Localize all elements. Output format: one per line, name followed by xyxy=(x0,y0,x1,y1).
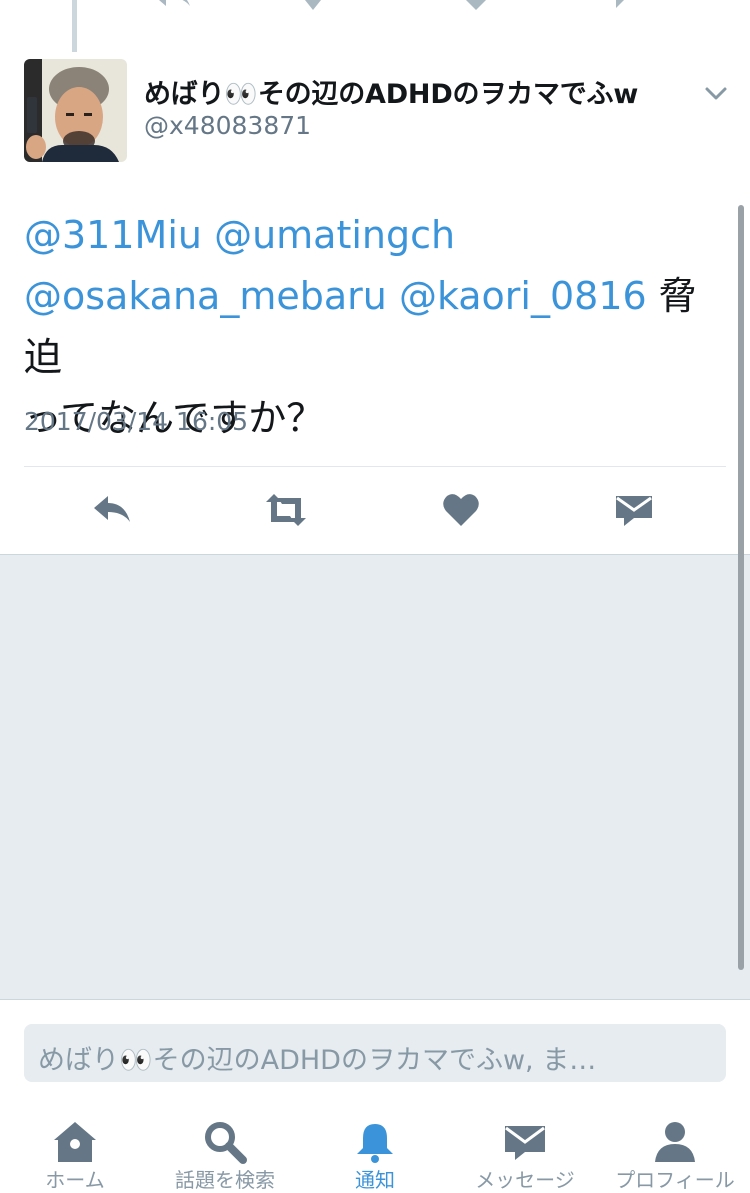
mail-icon xyxy=(505,1126,545,1160)
display-name[interactable]: めばり👀その辺のADHDのヲカマでふw xyxy=(144,72,638,111)
direct-message-icon[interactable] xyxy=(610,0,644,12)
replies-area xyxy=(0,554,750,1000)
tab-notifications[interactable]: 通知 xyxy=(305,1120,445,1192)
chevron-down-icon[interactable] xyxy=(704,86,728,102)
tab-label: メッセージ xyxy=(475,1168,575,1192)
like-icon[interactable] xyxy=(441,490,481,530)
tab-search[interactable]: 話題を検索 xyxy=(155,1120,295,1192)
retweet-icon[interactable] xyxy=(262,490,310,530)
like-icon[interactable] xyxy=(460,0,492,12)
search-icon xyxy=(205,1122,247,1164)
tab-home[interactable]: ホーム xyxy=(5,1120,145,1192)
scrollbar[interactable] xyxy=(738,205,744,970)
reply-icon[interactable] xyxy=(150,0,194,16)
bell-icon xyxy=(357,1124,393,1163)
tab-messages[interactable]: メッセージ xyxy=(455,1120,595,1192)
tab-label: ホーム xyxy=(45,1168,105,1192)
mention-link[interactable]: @kaori_0816 xyxy=(399,274,647,318)
avatar[interactable] xyxy=(24,59,127,162)
mention-link[interactable]: @osakana_mebaru xyxy=(24,274,387,318)
tab-label: プロフィール xyxy=(615,1168,735,1192)
mention-link[interactable]: @311Miu xyxy=(24,213,202,257)
tab-profile[interactable]: プロフィール xyxy=(605,1120,745,1192)
tweet-timestamp: 2017/03/14 16:05 xyxy=(24,407,249,436)
retweet-icon[interactable] xyxy=(305,0,345,14)
direct-message-icon[interactable] xyxy=(614,490,654,530)
reply-icon[interactable] xyxy=(92,490,132,530)
profile-icon xyxy=(655,1122,695,1162)
user-handle[interactable]: @x48083871 xyxy=(144,111,311,140)
tab-label: 話題を検索 xyxy=(175,1168,275,1192)
mention-link[interactable]: @umatingch xyxy=(214,213,455,257)
tab-label: 通知 xyxy=(355,1168,395,1192)
home-icon xyxy=(54,1122,96,1162)
reply-input[interactable]: めばり👀その辺のADHDのヲカマでふw, ま… xyxy=(24,1024,726,1082)
divider xyxy=(24,466,726,467)
thread-connector xyxy=(72,0,77,52)
